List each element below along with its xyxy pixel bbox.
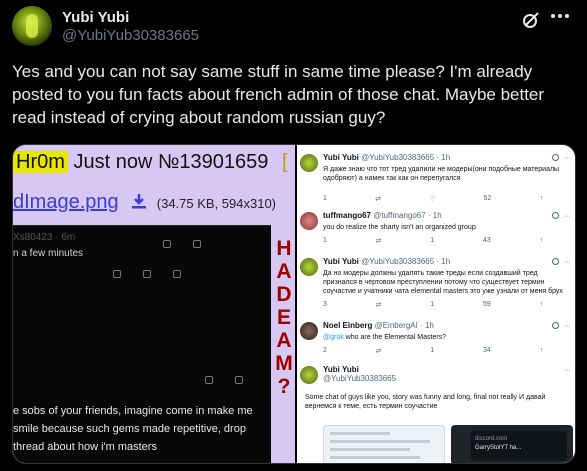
tweet-text: Yes and you can not say same stuff in sa… — [12, 62, 545, 127]
tweet-meta: @EinbergAI · 1h — [374, 321, 434, 330]
embedded-previews: discord.com GarryStolYT ha... — [323, 425, 573, 463]
tweet-body: @grok who are the Elemental Masters? — [323, 333, 563, 342]
letter: E — [276, 306, 291, 329]
retweet-icon: ⇄ — [375, 196, 381, 203]
retweet-icon: ⇄ — [375, 238, 382, 245]
more-icon: ··· — [564, 367, 571, 374]
thread-tweet: tuffmango67 @tuffmango67 · 1h ··· you do… — [297, 209, 575, 253]
tweet-actions: 2 ⇄ 1 34 ↑ — [323, 347, 543, 355]
embedded-dark-screenshot: Xs80423 · 6m n a few minutes e sobs of y… — [13, 225, 271, 463]
tweet-meta: @YubiYub30383665 — [323, 374, 397, 383]
dark-top-icons — [163, 240, 201, 248]
grok-icon[interactable] — [521, 10, 541, 30]
preview-card — [323, 425, 445, 463]
reply-count: 1 — [323, 195, 327, 202]
grok-icon — [552, 322, 559, 329]
share-icon: ↑ — [539, 237, 543, 244]
thread-tweet: Yubi Yubi @YubiYub30383665 ··· Some chat … — [297, 363, 575, 423]
letter: A — [276, 329, 292, 352]
preview-title: GarryStolYT ha... — [475, 445, 522, 451]
thread-tweet: Noel Einberg @EinbergAI · 1h ··· @grok w… — [297, 319, 575, 361]
more-icon: ··· — [564, 323, 571, 330]
tweet-body: you do realize the sharty isn't an organ… — [323, 224, 476, 231]
tweet-actions: 1 ⇄ ♡ 52 ↑ — [323, 195, 543, 203]
imageboard-screenshot: Hr0m Just now №13901659 [ dImage.png (34… — [13, 145, 295, 463]
view-count: 43 — [482, 237, 491, 244]
reply-count: 1 — [323, 237, 327, 244]
avatar — [300, 366, 318, 384]
grok-icon — [552, 154, 559, 161]
dark-mid-icons — [205, 376, 243, 384]
post-info: Just now №13901659 — [73, 151, 269, 173]
author-name[interactable]: Yubi Yubi — [62, 9, 129, 26]
letter: ? — [277, 375, 291, 398]
reply-count: 3 — [323, 301, 327, 308]
letter: H — [276, 237, 292, 260]
tweet-author: Noel Einberg — [323, 321, 373, 330]
vertical-letters: H A D E A M ? — [274, 237, 294, 398]
view-count: 34 — [482, 347, 491, 354]
letter: A — [276, 260, 292, 283]
file-row: dImage.png (34.75 KB, 594x310) — [13, 191, 276, 214]
thread-tweet: Yubi Yubi @YubiYub30383665 · 1h ··· Я да… — [297, 151, 575, 207]
attached-image[interactable]: Hr0m Just now №13901659 [ dImage.png (34… — [12, 144, 576, 464]
letter: M — [275, 352, 293, 375]
tweet-meta: @tuffmango67 · 1h — [373, 211, 442, 220]
like-icon: ♡ — [429, 196, 436, 203]
share-icon: ↑ — [539, 195, 543, 202]
tweet-meta: @YubiYub30383665 · 1h — [361, 257, 451, 266]
more-icon: ··· — [564, 155, 571, 162]
twitter-thread-screenshot: Yubi Yubi @YubiYub30383665 · 1h ··· Я да… — [295, 145, 575, 463]
avatar — [300, 154, 318, 172]
post-header: Hr0m Just now №13901659 [ — [13, 151, 288, 174]
dark-handle: Xs80423 · 6m — [13, 232, 76, 243]
tweet-author: Yubi Yubi — [323, 365, 359, 374]
letter: D — [276, 283, 292, 306]
like-count: 1 — [430, 347, 435, 354]
avatar[interactable] — [12, 6, 52, 46]
avatar — [300, 322, 318, 340]
reply-count: 2 — [323, 347, 327, 354]
tweet-header: Yubi Yubi @YubiYub30383665 — [12, 6, 575, 46]
dark-line: n a few minutes — [13, 248, 84, 259]
more-icon: ··· — [564, 259, 571, 266]
tweet-body-text: who are the Elemental Masters? — [343, 334, 447, 341]
tweet-author: Yubi Yubi — [323, 153, 359, 162]
discord-preview-card: discord.com GarryStolYT ha... — [451, 425, 573, 463]
download-icon[interactable] — [130, 192, 148, 210]
dark-text: e sobs of your friends, imagine come in … — [13, 405, 253, 453]
like-count: 1 — [430, 301, 435, 308]
tweet-body: Я даже знаю что тот тред удалили не моде… — [323, 166, 560, 182]
tweet-body: Some chat of guys like you, story was fu… — [305, 394, 546, 410]
share-icon: ↑ — [539, 347, 543, 354]
more-icon[interactable] — [551, 14, 571, 22]
like-count: 1 — [430, 237, 435, 244]
avatar — [300, 212, 318, 230]
tweet-meta: @YubiYub30383665 · 1h — [361, 153, 451, 162]
retweet-icon: ⇄ — [375, 302, 382, 309]
dark-action-icons — [113, 270, 181, 278]
poster-name: Hr0m — [13, 151, 68, 173]
more-icon: ··· — [564, 213, 571, 220]
retweet-icon: ⇄ — [375, 348, 382, 355]
thread-tweet: Yubi Yubi @YubiYub30383665 · 1h ··· Да н… — [297, 255, 575, 319]
tweet-actions: 1 ⇄ 1 43 ↑ — [323, 237, 543, 245]
file-meta: (34.75 KB, 594x310) — [156, 196, 277, 211]
post-bracket: [ — [281, 151, 288, 173]
grok-icon — [552, 258, 559, 265]
view-count: 59 — [482, 301, 491, 308]
grok-mention-link: @grok — [323, 334, 344, 341]
grok-icon — [552, 212, 559, 219]
tweet-author: tuffmango67 — [323, 211, 371, 220]
avatar — [300, 258, 318, 276]
tweet-author: Yubi Yubi — [323, 257, 359, 266]
file-link[interactable]: dImage.png — [13, 191, 119, 213]
tweet-actions: 3 ⇄ 1 59 ↑ — [323, 301, 543, 309]
tweet-body: Да но модеры должны удалять такие треды … — [323, 270, 563, 295]
view-count: 52 — [483, 195, 492, 202]
share-icon: ↑ — [539, 301, 543, 308]
author-handle[interactable]: @YubiYub30383665 — [62, 27, 199, 44]
preview-domain: discord.com — [475, 436, 508, 442]
